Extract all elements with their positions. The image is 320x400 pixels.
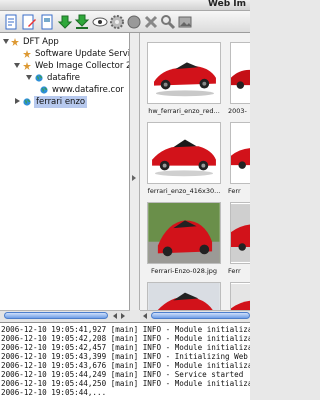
log-line: 2006-12-10 19:05:42,208 [main] INFO - Mo… [1,334,250,343]
new-document-icon[interactable] [3,14,19,30]
gallery-horizontal-scrollbar[interactable] [140,310,250,320]
edit-document-icon[interactable] [21,14,37,30]
car-thumbnail[interactable] [230,282,250,310]
gallery-scroll-thumb[interactable] [151,312,250,319]
image-caption: hw_ferrari_enzo_red... [148,107,220,115]
globe-icon [23,98,31,106]
scroll-right-icon[interactable] [121,313,125,319]
car-thumbnail[interactable] [147,202,221,264]
image-caption: 2003- [228,107,247,115]
car-thumbnail[interactable] [230,202,250,264]
log-line: 2006-12-10 19:05:41,927 [main] INFO - Mo… [1,325,250,334]
image-caption: Ferr [228,187,241,195]
module-tree[interactable]: DFT App Software Update Service Web Imag… [0,33,130,310]
stop-icon[interactable] [126,14,142,30]
image-caption: ferrari_enzo_416x30... [147,187,221,195]
toolbar [0,11,250,33]
tree-horizontal-scrollbar[interactable] [0,310,130,320]
log-line: 2006-12-10 19:05:42,457 [main] INFO - Mo… [1,343,250,352]
globe-icon [40,86,48,94]
delete-icon[interactable] [143,14,159,30]
gallery-item[interactable]: hw_ferrari_enzo_red... [145,40,223,120]
scroll-left-icon[interactable] [143,313,147,319]
app-icon [11,38,19,46]
gallery-item[interactable] [228,280,250,310]
gallery-item[interactable]: Ferrari-Enzo-028.jpg [145,200,223,280]
pane-splitter[interactable] [130,33,140,310]
search-icon[interactable] [160,14,176,30]
splitter-expand-icon[interactable] [132,175,136,181]
log-line: 2006-12-10 19:05:44,... [1,388,107,397]
log-line: 2006-12-10 19:05:43,399 [main] INFO - In… [1,352,250,361]
download-icon[interactable] [57,14,73,30]
log-line: 2006-12-10 19:05:44,250 [main] INFO - Mo… [1,379,250,388]
gallery-item[interactable]: 2003- [228,40,250,120]
download-all-icon[interactable] [74,14,90,30]
log-panel[interactable]: 2006-12-10 19:05:41,927 [main] INFO - Mo… [0,322,250,400]
image-icon[interactable] [177,14,193,30]
car-thumbnail[interactable] [147,282,221,310]
log-line: 2006-12-10 19:05:44,249 [main] INFO - Se… [1,370,244,379]
tree-scroll-thumb[interactable] [4,312,108,319]
log-line: 2006-12-10 19:05:43,676 [main] INFO - Mo… [1,361,250,370]
image-caption: Ferr [228,267,241,275]
car-thumbnail[interactable] [230,42,250,104]
gallery-item[interactable] [145,280,223,310]
document-icon[interactable] [39,14,55,30]
image-caption: Ferrari-Enzo-028.jpg [150,267,218,275]
gallery-item[interactable]: ferrari_enzo_416x30... [145,120,223,200]
car-thumbnail[interactable] [147,122,221,184]
title-bar: Web Im [0,0,250,11]
gallery-item[interactable]: Ferr [228,200,250,280]
globe-icon [35,74,43,82]
image-gallery: hw_ferrari_enzo_red... 2003- ferrari_enz… [140,33,250,310]
service-icon [23,50,31,58]
window-title: Web Im [207,0,246,9]
gallery-item[interactable]: Ferr [228,120,250,200]
collector-icon [23,62,31,70]
gear-icon[interactable] [109,14,125,30]
scroll-left-icon[interactable] [113,313,117,319]
car-thumbnail[interactable] [147,42,221,104]
view-icon[interactable] [92,14,108,30]
car-thumbnail[interactable] [230,122,250,184]
